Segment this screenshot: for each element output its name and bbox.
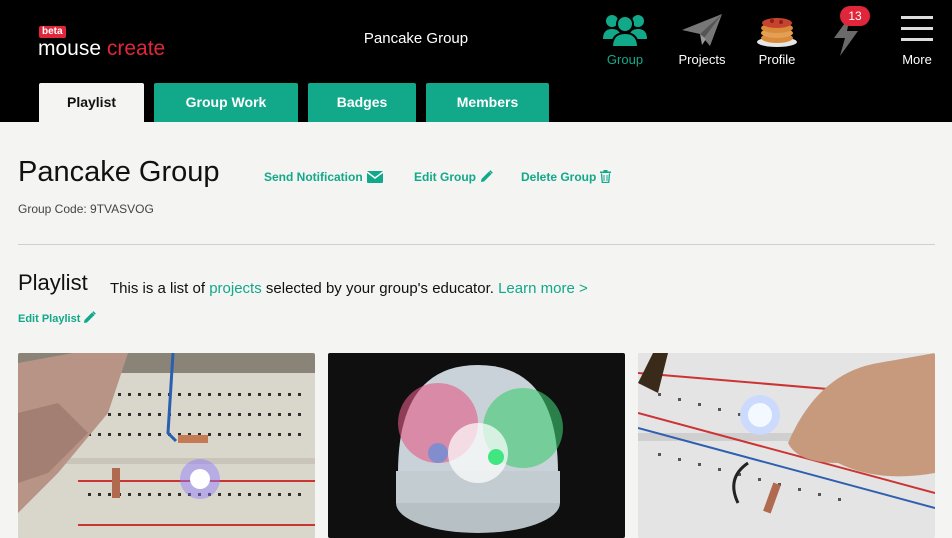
tab-members[interactable]: Members <box>426 83 549 122</box>
nav-group-label: Group <box>606 52 644 67</box>
logo-word-mouse: mouse <box>38 37 102 60</box>
project-thumbnail <box>638 353 935 538</box>
send-notification-link[interactable]: Send Notification <box>264 170 384 184</box>
pencil-icon <box>80 311 97 325</box>
edit-group-link[interactable]: Edit Group <box>414 170 493 184</box>
tab-group-work[interactable]: Group Work <box>154 83 298 122</box>
top-nav-bar: beta mouse create Pancake Group Group Pr… <box>0 0 952 122</box>
project-card-glowing-dome[interactable] <box>328 353 625 538</box>
nav-more[interactable]: More <box>879 8 952 67</box>
nav-profile[interactable]: Profile <box>739 8 815 67</box>
pencil-icon <box>476 170 493 184</box>
project-card-breadboard-led[interactable] <box>18 353 315 538</box>
project-card-led-finger[interactable] <box>638 353 935 538</box>
nav-projects-label: Projects <box>678 52 726 67</box>
header-title: Pancake Group <box>363 30 469 47</box>
project-thumbnail <box>328 353 625 538</box>
group-title: Pancake Group <box>18 156 220 188</box>
nav-group[interactable]: Group <box>587 8 663 67</box>
nav-profile-label: Profile <box>758 52 796 67</box>
notification-count-badge: 13 <box>840 6 870 26</box>
projects-link[interactable]: projects <box>209 280 262 297</box>
trash-icon <box>596 170 612 184</box>
tab-playlist[interactable]: Playlist <box>39 83 144 122</box>
logo-word-create: create <box>106 37 166 60</box>
paper-plane-icon <box>664 8 740 48</box>
section-divider <box>18 244 935 245</box>
edit-playlist-link[interactable]: Edit Playlist <box>18 311 97 325</box>
learn-more-link[interactable]: Learn more > <box>498 280 588 297</box>
nav-projects[interactable]: Projects <box>664 8 740 67</box>
group-icon <box>587 8 663 48</box>
playlist-heading: Playlist <box>18 270 88 295</box>
group-code: Group Code: 9TVASVOG <box>18 202 154 216</box>
nav-more-label: More <box>902 52 932 67</box>
project-thumbnail <box>18 353 315 538</box>
hamburger-menu-icon <box>879 8 952 48</box>
envelope-icon <box>363 170 384 184</box>
delete-group-link[interactable]: Delete Group <box>521 170 612 184</box>
playlist-description: This is a list of projects selected by y… <box>110 280 588 297</box>
pancake-avatar-icon <box>739 8 815 48</box>
tab-badges[interactable]: Badges <box>308 83 416 122</box>
